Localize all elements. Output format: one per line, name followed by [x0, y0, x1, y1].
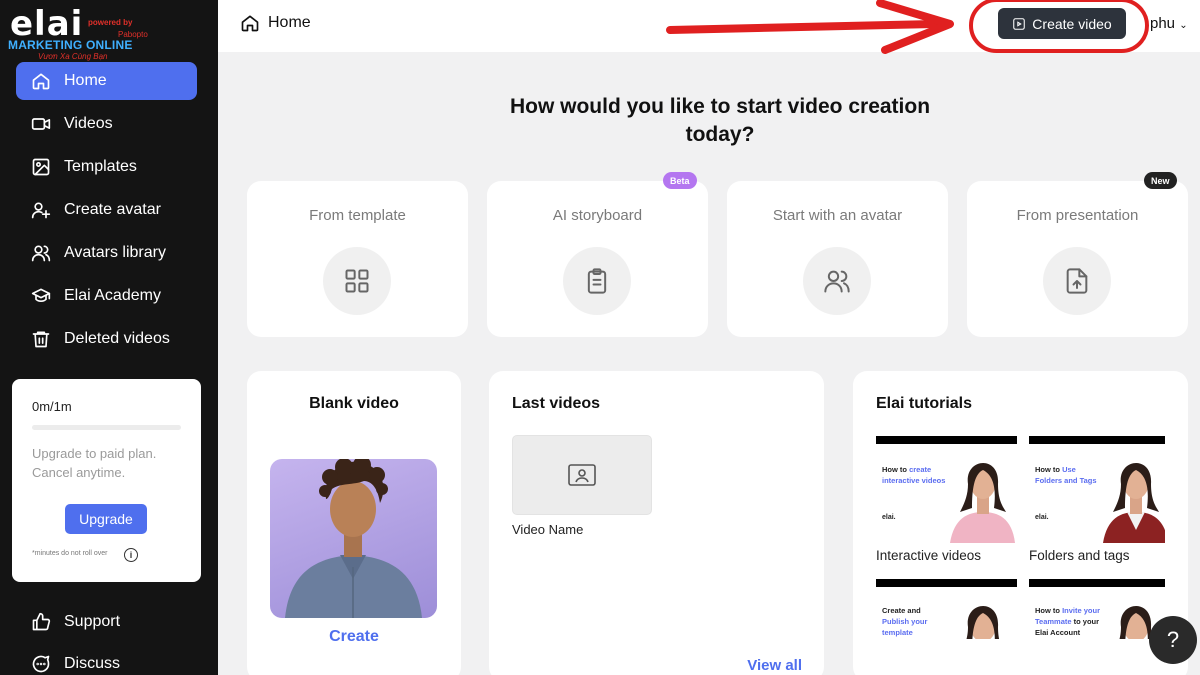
view-all-link[interactable]: View all: [747, 657, 802, 674]
plan-usage: 0m/1m: [32, 399, 72, 414]
tutorial-thumb-text: How to Use Folders and Tags: [1035, 465, 1097, 485]
video-placeholder-icon: [568, 464, 596, 486]
sidebar-item-label: Videos: [64, 115, 113, 132]
presenter-image: [950, 462, 1015, 543]
logo[interactable]: elai powered by Pabopto MARKETING ONLINE…: [8, 4, 198, 62]
tutorial-label[interactable]: Folders and tags: [1029, 548, 1130, 563]
blank-video-panel: Blank video Create: [247, 371, 461, 675]
tutorial-brand: elai.: [1035, 514, 1049, 521]
thumbnail-bar: [876, 436, 1017, 444]
sidebar-item-label: Templates: [64, 158, 137, 175]
thumbnail-bar: [1029, 579, 1165, 587]
breadcrumb-label: Home: [268, 14, 311, 31]
thumbnail-bar: [1029, 436, 1165, 444]
tutorial-thumb-text: How to create interactive videos: [882, 465, 946, 485]
home-icon: [30, 70, 52, 92]
panel-title: Blank video: [309, 395, 399, 412]
file-upload-icon: [1043, 247, 1111, 315]
option-title: From template: [309, 207, 406, 224]
plan-text: Upgrade to paid plan. Cancel anytime.: [32, 446, 157, 480]
create-blank-video-link[interactable]: Create: [247, 628, 461, 646]
new-badge: New: [1144, 172, 1177, 189]
breadcrumb: Home: [240, 13, 311, 33]
sidebar-item-label: Support: [64, 613, 121, 630]
sidebar: elai powered by Pabopto MARKETING ONLINE…: [0, 0, 218, 675]
tutorial-thumb-text: Create and Publish your template: [882, 606, 928, 637]
sidebar-bottom-nav: Support Discuss: [16, 603, 197, 675]
presenter-image: [966, 606, 1000, 639]
sidebar-item-templates[interactable]: Templates: [16, 148, 197, 186]
panel-title: Last videos: [512, 395, 601, 412]
video-name[interactable]: Video Name: [512, 522, 583, 537]
sidebar-item-elai-academy[interactable]: Elai Academy: [16, 277, 197, 315]
thumbnail-bar: [876, 579, 1017, 587]
video-add-icon: [1013, 17, 1026, 30]
video-thumbnail[interactable]: [512, 435, 652, 515]
user-menu[interactable]: phu ⌄: [1150, 15, 1188, 32]
page-heading: How would you like to start video creati…: [509, 95, 931, 146]
tutorial-thumb-text: How to Invite your Teammate to your Elai…: [1035, 606, 1101, 637]
tutorials-panel: Elai tutorials How to create interactive…: [853, 371, 1188, 675]
users-icon: [30, 242, 52, 264]
option-title: AI storyboard: [552, 207, 643, 224]
tutorial-thumbnail[interactable]: Create and Publish your template: [876, 579, 1017, 639]
sidebar-item-label: Avatars library: [64, 244, 166, 261]
usage-progress-bar: [32, 425, 181, 430]
sidebar-item-support[interactable]: Support: [16, 603, 197, 641]
option-from-template[interactable]: From template: [247, 181, 468, 337]
video-camera-icon: [30, 113, 52, 135]
tutorial-thumbnail[interactable]: How to Invite your Teammate to your Elai…: [1029, 579, 1165, 639]
option-title: From presentation: [1016, 207, 1139, 224]
beta-badge: Beta: [663, 172, 697, 189]
graduation-cap-icon: [30, 285, 52, 307]
option-ai-storyboard[interactable]: Beta AI storyboard: [487, 172, 708, 337]
avatar-preview[interactable]: [270, 459, 437, 618]
info-icon[interactable]: i: [124, 548, 138, 562]
chat-icon: [30, 653, 52, 675]
sidebar-item-avatars-library[interactable]: Avatars library: [16, 234, 197, 272]
annotation-arrow: [666, 0, 954, 54]
option-from-presentation[interactable]: New From presentation: [967, 172, 1188, 337]
create-video-label: Create video: [1032, 15, 1112, 32]
sidebar-item-label: Create avatar: [64, 201, 161, 218]
presenter-image: [1103, 462, 1165, 543]
tutorial-brand: elai.: [882, 514, 896, 521]
logo-marketing-text: MARKETING ONLINE: [8, 38, 133, 52]
chevron-down-icon: ⌄: [1179, 20, 1188, 31]
panel-title: Elai tutorials: [876, 395, 973, 412]
sidebar-item-deleted-videos[interactable]: Deleted videos: [16, 320, 197, 358]
logo-powered-text: powered by: [88, 18, 133, 27]
users-icon: [803, 247, 871, 315]
plan-card: 0m/1m Upgrade to paid plan. Cancel anyti…: [12, 379, 201, 582]
sidebar-item-videos[interactable]: Videos: [16, 105, 197, 143]
sidebar-item-create-avatar[interactable]: Create avatar: [16, 191, 197, 229]
tutorial-thumbnail[interactable]: How to Use Folders and Tags elai.: [1029, 436, 1165, 543]
upgrade-button[interactable]: Upgrade: [65, 504, 147, 534]
sidebar-item-label: Deleted videos: [64, 330, 170, 347]
clipboard-icon: [563, 247, 631, 315]
grid-icon: [323, 247, 391, 315]
last-videos-panel: Last videos Video Name View all: [489, 371, 824, 675]
user-name: phu: [1150, 15, 1176, 32]
sidebar-nav: Home Videos Templates Create avatar Avat…: [16, 62, 197, 363]
sidebar-item-label: Elai Academy: [64, 287, 161, 304]
sidebar-item-home[interactable]: Home: [16, 62, 197, 100]
tutorial-label[interactable]: Interactive videos: [876, 548, 981, 563]
logo-slogan: Vươn Xa Cùng Bạn: [38, 52, 108, 61]
add-user-icon: [30, 199, 52, 221]
sidebar-item-label: Home: [64, 72, 107, 89]
templates-icon: [30, 156, 52, 178]
tutorial-thumbnail[interactable]: How to create interactive videos elai.: [876, 436, 1017, 543]
help-button[interactable]: ?: [1149, 616, 1197, 664]
trash-icon: [30, 328, 52, 350]
thumbs-up-icon: [30, 611, 52, 633]
option-title: Start with an avatar: [772, 207, 903, 224]
home-icon: [241, 15, 259, 32]
sidebar-item-label: Discuss: [64, 655, 121, 672]
plan-note: *minutes do not roll over: [32, 550, 108, 557]
create-video-button[interactable]: Create video: [998, 8, 1126, 39]
option-start-with-avatar[interactable]: Start with an avatar: [727, 181, 948, 337]
avatar-image: [285, 459, 422, 618]
sidebar-item-discuss[interactable]: Discuss: [16, 645, 197, 675]
